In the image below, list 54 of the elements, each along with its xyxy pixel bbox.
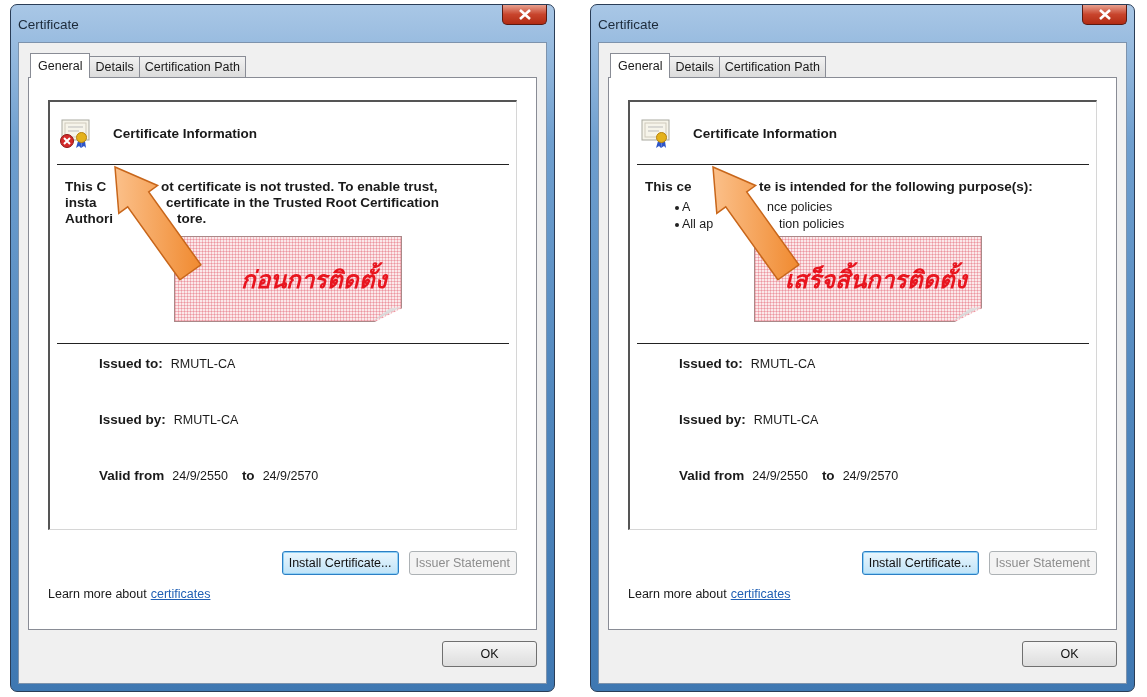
- dialog-button[interactable]: Install Certificate...: [861, 551, 979, 575]
- tab[interactable]: Details: [89, 56, 140, 77]
- close-icon: [1098, 9, 1111, 20]
- message-text: insta: [65, 195, 97, 211]
- annotation-note: เสร็จสิ้นการติดตั้ง: [754, 236, 982, 322]
- message-text: ot certificate is not trusted. To enable trust,: [161, 179, 438, 195]
- close-icon: [518, 9, 531, 20]
- purpose-text: nce policies: [767, 199, 833, 216]
- close-button[interactable]: [502, 5, 547, 25]
- section-heading: Certificate Information: [113, 125, 258, 141]
- annotation-note: ก่อนการติดตั้ง: [174, 236, 402, 322]
- field-value: RMUTL-CA: [170, 357, 236, 371]
- tab[interactable]: General: [610, 53, 671, 78]
- purpose-text: All ap: [682, 216, 714, 233]
- message-text: certificate in the Trusted Root Certification: [166, 195, 440, 211]
- bullet-icon: [675, 222, 679, 227]
- window-title: Certificate: [598, 17, 659, 32]
- help-link[interactable]: certificates: [730, 587, 791, 601]
- message-text: This C: [65, 179, 107, 195]
- help-link[interactable]: certificates: [150, 587, 211, 601]
- section-heading: Certificate Information: [693, 125, 838, 141]
- help-text: Learn more about: [48, 587, 147, 601]
- bullet-icon: [675, 205, 679, 210]
- field-value: 24/9/2570: [262, 469, 319, 483]
- help-text: Learn more about: [628, 587, 727, 601]
- field-label: Issued by:: [99, 412, 166, 427]
- field-value: 24/9/2570: [842, 469, 899, 483]
- field-value: RMUTL-CA: [750, 357, 816, 371]
- field-value: RMUTL-CA: [173, 413, 239, 427]
- window-title: Certificate: [18, 17, 79, 32]
- field-value: RMUTL-CA: [753, 413, 819, 427]
- field-label: Valid from: [679, 468, 745, 483]
- field-label: Valid from: [99, 468, 165, 483]
- field-label: to: [821, 468, 835, 483]
- field-label: Issued to:: [679, 356, 743, 371]
- field-value: 24/9/2550: [172, 469, 228, 483]
- purpose-text: tion policies: [779, 216, 845, 233]
- purpose-text: A: [682, 199, 691, 216]
- ok-button[interactable]: OK: [1022, 641, 1117, 667]
- ok-button[interactable]: OK: [442, 641, 537, 667]
- tab[interactable]: Certification Path: [718, 56, 826, 77]
- field-value: 24/9/2550: [752, 469, 808, 483]
- message-text: tore.: [177, 211, 207, 227]
- dialog-button[interactable]: Install Certificate...: [281, 551, 399, 575]
- message-text: te is intended for the following purpose(s):: [759, 179, 1033, 195]
- close-button[interactable]: [1082, 5, 1127, 25]
- tab[interactable]: General: [30, 53, 91, 78]
- field-label: to: [241, 468, 255, 483]
- field-label: Issued to:: [99, 356, 163, 371]
- tab[interactable]: Certification Path: [138, 56, 246, 77]
- message-text: This ce: [645, 179, 692, 195]
- message-text: Authori: [65, 211, 113, 227]
- field-label: Issued by:: [679, 412, 746, 427]
- tab[interactable]: Details: [669, 56, 720, 77]
